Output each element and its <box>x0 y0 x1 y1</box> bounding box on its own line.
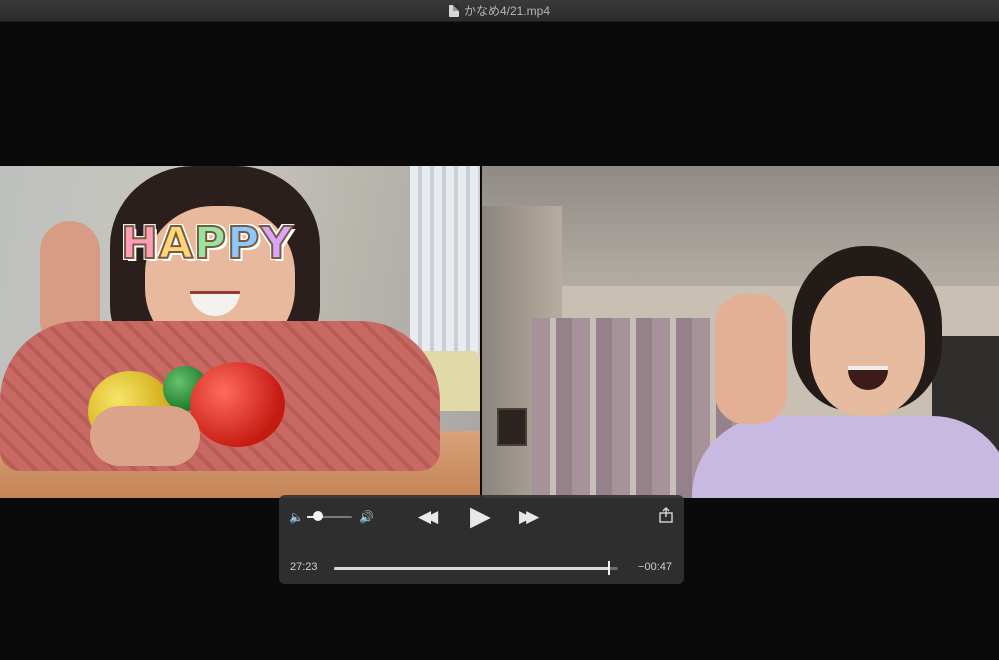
fast-forward-icon[interactable]: ▶▶ <box>519 507 539 527</box>
title-bar: かなめ4/21.mp4 <box>0 0 999 22</box>
speaker-high-icon[interactable]: 🔊 <box>359 510 374 524</box>
scrubber-playhead[interactable] <box>608 561 611 575</box>
sticker-letter: P <box>193 217 228 270</box>
playback-controls: 🔈 🔊 ◀◀ ▶ ▶▶ 27:23 −00:47 <box>279 495 684 584</box>
window-title: かなめ4/21.mp4 <box>463 4 551 18</box>
volume-knob[interactable] <box>313 511 324 521</box>
speaker-low-icon[interactable]: 🔈 <box>289 510 304 524</box>
video-tile-right <box>482 166 999 498</box>
sticker-letter: Y <box>259 217 294 270</box>
time-elapsed: 27:23 <box>290 561 318 573</box>
scrubber-fill <box>334 567 610 570</box>
raised-fist <box>715 294 787 424</box>
wall-picture-frame <box>497 408 527 446</box>
red-ball <box>190 362 285 447</box>
rewind-icon[interactable]: ◀◀ <box>418 507 438 527</box>
hands-on-balls <box>90 406 200 466</box>
document-icon[interactable] <box>448 4 459 17</box>
share-icon[interactable] <box>659 507 673 523</box>
sticker-letter: H <box>120 217 159 270</box>
happy-sticker: HAPPY <box>120 217 294 270</box>
play-icon[interactable]: ▶ <box>470 501 491 532</box>
lavender-top <box>692 416 999 498</box>
video-tile-left: HAPPY <box>0 166 480 498</box>
time-remaining: −00:47 <box>638 561 672 573</box>
video-area[interactable]: HAPPY 🔈 🔊 ◀◀ ▶ ▶▶ 27:23 −00:47 <box>0 22 999 660</box>
curtain <box>410 166 480 366</box>
scrubber-track[interactable] <box>334 567 618 570</box>
sticker-letter: P <box>226 217 261 270</box>
woman-face <box>810 276 925 416</box>
title-wrap: かなめ4/21.mp4 <box>448 2 551 19</box>
sticker-letter: A <box>158 217 194 270</box>
